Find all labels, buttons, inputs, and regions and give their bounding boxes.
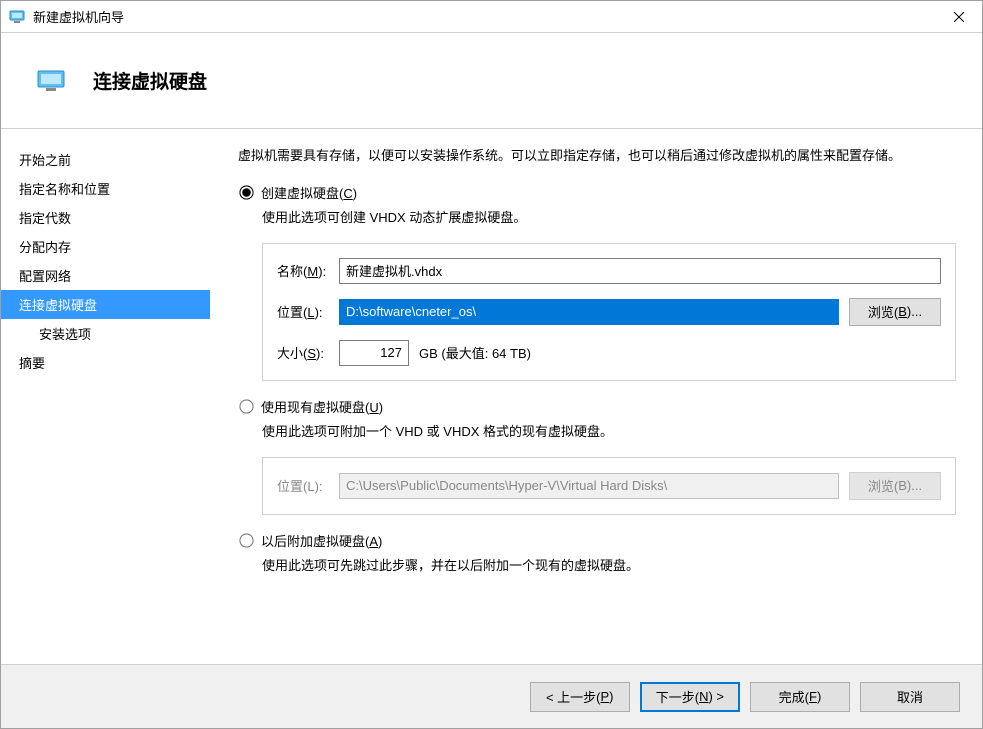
existing-fieldset: 位置(L): 浏览(B)... [262, 457, 956, 515]
location-input[interactable] [339, 299, 839, 325]
titlebar: 新建虚拟机向导 [1, 1, 982, 33]
wizard-header: 连接虚拟硬盘 [1, 33, 982, 129]
option-create[interactable]: 创建虚拟硬盘(C) [238, 183, 960, 202]
wizard-body: 开始之前指定名称和位置指定代数分配内存配置网络连接虚拟硬盘安装选项摘要 虚拟机需… [1, 129, 982, 664]
radio-create[interactable] [239, 185, 253, 199]
sidebar-item-3[interactable]: 分配内存 [1, 232, 210, 261]
close-button[interactable] [936, 1, 982, 32]
radio-later[interactable] [239, 533, 253, 547]
close-icon [954, 12, 964, 22]
wizard-content: 虚拟机需要具有存储，以便可以安装操作系统。可以立即指定存储，也可以稍后通过修改虚… [210, 129, 982, 664]
location-label: 位置(L): [277, 302, 339, 321]
page-title: 连接虚拟硬盘 [93, 67, 207, 94]
option-existing[interactable]: 使用现有虚拟硬盘(U) [238, 397, 960, 416]
size-label: 大小(S): [277, 343, 339, 362]
option-later[interactable]: 以后附加虚拟硬盘(A) [238, 531, 960, 550]
wizard-footer: < 上一步(P) 下一步(N) > 完成(F) 取消 [1, 664, 982, 728]
sidebar-item-7[interactable]: 摘要 [1, 348, 210, 377]
existing-location-input [339, 473, 839, 499]
create-fieldset: 名称(M): 位置(L): 浏览(B)... 大小(S): GB (最大值: 6… [262, 243, 956, 381]
browse-button[interactable]: 浏览(B)... [849, 298, 941, 326]
prev-button[interactable]: < 上一步(P) [530, 682, 630, 712]
option-existing-desc: 使用此选项可附加一个 VHD 或 VHDX 格式的现有虚拟硬盘。 [238, 422, 960, 443]
size-unit-text: GB (最大值: 64 TB) [419, 343, 531, 362]
sidebar-item-5[interactable]: 连接虚拟硬盘 [1, 290, 210, 319]
name-label: 名称(M): [277, 261, 339, 280]
option-later-label: 以后附加虚拟硬盘(A) [261, 531, 382, 550]
sidebar-item-0[interactable]: 开始之前 [1, 145, 210, 174]
option-later-desc: 使用此选项可先跳过此步骤，并在以后附加一个现有的虚拟硬盘。 [238, 556, 960, 577]
sidebar-item-2[interactable]: 指定代数 [1, 203, 210, 232]
existing-location-label: 位置(L): [277, 476, 339, 495]
app-icon [9, 9, 25, 25]
finish-button[interactable]: 完成(F) [750, 682, 850, 712]
option-existing-label: 使用现有虚拟硬盘(U) [261, 397, 383, 416]
radio-existing[interactable] [239, 399, 253, 413]
sidebar-item-4[interactable]: 配置网络 [1, 261, 210, 290]
option-create-label: 创建虚拟硬盘(C) [261, 183, 357, 202]
size-input[interactable] [339, 340, 409, 366]
sidebar-item-6[interactable]: 安装选项 [1, 319, 210, 348]
option-create-desc: 使用此选项可创建 VHDX 动态扩展虚拟硬盘。 [238, 208, 960, 229]
wizard-header-icon [37, 70, 65, 92]
sidebar-item-1[interactable]: 指定名称和位置 [1, 174, 210, 203]
cancel-button[interactable]: 取消 [860, 682, 960, 712]
wizard-sidebar: 开始之前指定名称和位置指定代数分配内存配置网络连接虚拟硬盘安装选项摘要 [1, 129, 210, 664]
next-button[interactable]: 下一步(N) > [640, 682, 740, 712]
window-title: 新建虚拟机向导 [33, 7, 936, 26]
wizard-window: 新建虚拟机向导 连接虚拟硬盘 开始之前指定名称和位置指定代数分配内存配置网络连接… [0, 0, 983, 729]
name-input[interactable] [339, 258, 941, 284]
existing-browse-button: 浏览(B)... [849, 472, 941, 500]
intro-text: 虚拟机需要具有存储，以便可以安装操作系统。可以立即指定存储，也可以稍后通过修改虚… [238, 145, 960, 167]
